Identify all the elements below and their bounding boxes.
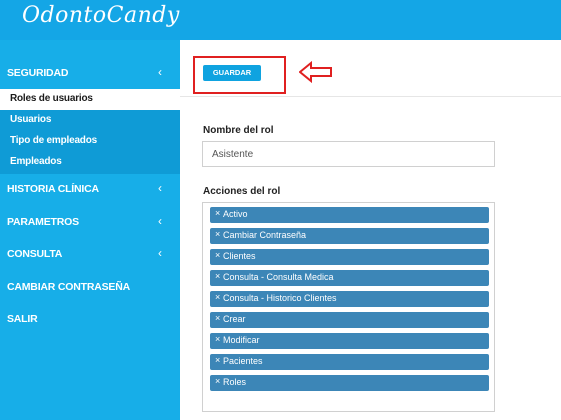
sidebar-section-label: CAMBIAR CONTRASEÑA — [7, 281, 130, 293]
sidebar-section-label: PARAMETROS — [7, 216, 79, 228]
sidebar-section-cambiar-contrasena[interactable]: CAMBIAR CONTRASEÑA — [0, 271, 180, 303]
action-chip: × Consulta - Consulta Medica — [210, 270, 489, 286]
sidebar-item-label: Tipo de empleados — [10, 135, 97, 146]
remove-x-icon[interactable]: × — [215, 292, 220, 302]
remove-x-icon[interactable]: × — [215, 334, 220, 344]
action-chip-label: Clientes — [223, 251, 256, 261]
app-logo[interactable]: OdontoCandy — [22, 3, 180, 28]
header-divider — [180, 96, 561, 97]
sidebar-item-tipo-de-empleados[interactable]: Tipo de empleados — [0, 131, 180, 152]
role-name-input[interactable] — [202, 141, 495, 167]
sidebar-item-usuarios[interactable]: Usuarios — [0, 110, 180, 131]
action-chip: × Modificar — [210, 333, 489, 349]
sidebar-item-label: Usuarios — [10, 114, 52, 125]
role-actions-multiselect[interactable]: × Activo × Cambiar Contraseña × Clientes… — [202, 202, 495, 412]
sidebar-section-label: HISTORIA CLÍNICA — [7, 183, 99, 195]
remove-x-icon[interactable]: × — [215, 271, 220, 281]
chevron-left-icon: ‹ — [158, 214, 162, 228]
sidebar-section-label: CONSULTA — [7, 248, 63, 260]
remove-x-icon[interactable]: × — [215, 250, 220, 260]
sidebar-item-label: Empleados — [10, 156, 62, 167]
sidebar-item-label: Roles de usuarios — [10, 93, 93, 104]
remove-x-icon[interactable]: × — [215, 229, 220, 239]
action-chip: × Roles — [210, 375, 489, 391]
sidebar-item-roles-de-usuarios[interactable]: Roles de usuarios — [0, 89, 180, 110]
sidebar-section-label: SEGURIDAD — [7, 67, 69, 79]
remove-x-icon[interactable]: × — [215, 355, 220, 365]
action-chip-label: Modificar — [223, 335, 260, 345]
chevron-left-icon: ‹ — [158, 65, 162, 79]
sidebar-section-parametros[interactable]: PARAMETROS ‹ — [0, 206, 180, 238]
chevron-left-icon: ‹ — [158, 246, 162, 260]
action-chip-label: Consulta - Historico Clientes — [223, 293, 337, 303]
sidebar-section-consulta[interactable]: CONSULTA ‹ — [0, 238, 180, 270]
remove-x-icon[interactable]: × — [215, 376, 220, 386]
action-chip: × Activo — [210, 207, 489, 223]
role-actions-label: Acciones del rol — [203, 186, 281, 197]
chevron-left-icon: ‹ — [158, 181, 162, 195]
action-chip-label: Pacientes — [223, 356, 263, 366]
action-chip-label: Cambiar Contraseña — [223, 230, 307, 240]
action-chip-label: Crear — [223, 314, 246, 324]
remove-x-icon[interactable]: × — [215, 208, 220, 218]
action-chip-label: Roles — [223, 377, 247, 387]
annotation-highlight-box — [193, 56, 286, 94]
action-chip: × Clientes — [210, 249, 489, 265]
annotation-arrow-icon — [299, 61, 332, 83]
sidebar-section-seguridad[interactable]: SEGURIDAD ‹ — [0, 57, 180, 89]
action-chip-label: Activo — [223, 209, 248, 219]
action-chip-label: Consulta - Consulta Medica — [223, 272, 334, 282]
top-bar: OdontoCandy — [0, 0, 561, 40]
action-chip: × Cambiar Contraseña — [210, 228, 489, 244]
sidebar-item-empleados[interactable]: Empleados — [0, 152, 180, 173]
action-chip: × Pacientes — [210, 354, 489, 370]
sidebar-section-historia-clinica[interactable]: HISTORIA CLÍNICA ‹ — [0, 173, 180, 205]
sidebar: SEGURIDAD ‹ Roles de usuarios Usuarios T… — [0, 40, 180, 420]
seguridad-submenu: Roles de usuarios Usuarios Tipo de emple… — [0, 89, 180, 174]
remove-x-icon[interactable]: × — [215, 313, 220, 323]
role-name-label: Nombre del rol — [203, 125, 274, 136]
sidebar-section-label: SALIR — [7, 313, 38, 325]
action-chip: × Crear — [210, 312, 489, 328]
action-chip: × Consulta - Historico Clientes — [210, 291, 489, 307]
sidebar-section-salir[interactable]: SALIR — [0, 303, 180, 335]
